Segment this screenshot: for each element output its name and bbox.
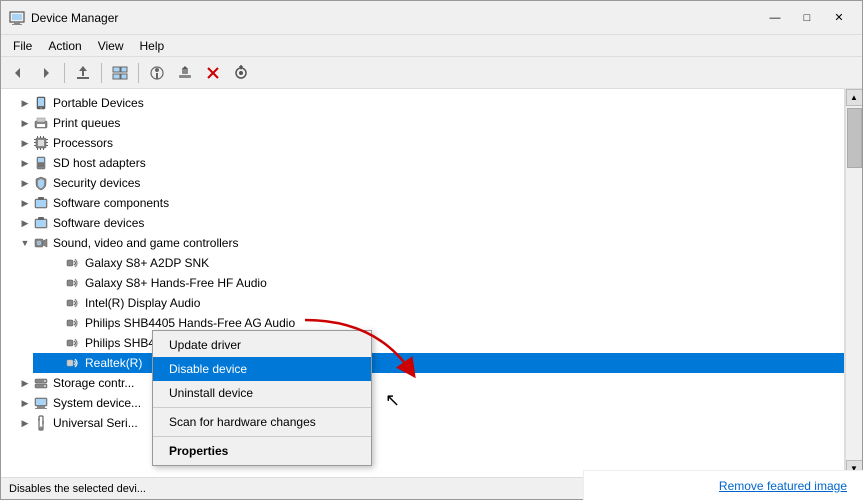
menu-file[interactable]: File [5, 37, 40, 55]
expander-software-dev[interactable]: ▶ [17, 215, 33, 231]
expander-sound[interactable]: ▼ [17, 235, 33, 251]
ctx-properties[interactable]: Properties [153, 439, 371, 463]
ctx-update-driver[interactable]: Update driver [153, 333, 371, 357]
ctx-scan-hardware[interactable]: Scan for hardware changes [153, 410, 371, 434]
back-button[interactable] [5, 60, 31, 86]
realtek-icon [65, 355, 81, 371]
menu-bar: File Action View Help [1, 35, 862, 57]
philips-hf-icon [65, 315, 81, 331]
menu-view[interactable]: View [90, 37, 132, 55]
expander-sd[interactable]: ▶ [17, 155, 33, 171]
expander-processors[interactable]: ▶ [17, 135, 33, 151]
philips-stereo-icon [65, 335, 81, 351]
ctx-uninstall-device[interactable]: Uninstall device [153, 381, 371, 405]
tree-item-software-components[interactable]: ▶ Software components [1, 193, 844, 213]
menu-action[interactable]: Action [40, 37, 89, 55]
sd-host-label: SD host adapters [53, 156, 146, 170]
expander-storage[interactable]: ▶ [17, 375, 33, 391]
device-tree[interactable]: ▶ Portable Devices ▶ [1, 89, 845, 477]
security-devices-label: Security devices [53, 176, 140, 190]
expander-print[interactable]: ▶ [17, 115, 33, 131]
uninstall-toolbar-button[interactable] [200, 60, 226, 86]
window-controls: — □ ✕ [760, 8, 854, 28]
intel-audio-label: Intel(R) Display Audio [85, 296, 200, 310]
security-devices-icon [33, 175, 49, 191]
system-icon [33, 395, 49, 411]
usb-label: Universal Seri... [53, 416, 138, 430]
tree-item-security-devices[interactable]: ▶ Security devices [1, 173, 844, 193]
software-components-label: Software components [53, 196, 169, 210]
processors-icon [33, 135, 49, 151]
tree-item-portable-devices[interactable]: ▶ Portable Devices [1, 93, 844, 113]
ctx-disable-device[interactable]: Disable device [153, 357, 371, 381]
print-queues-icon [33, 115, 49, 131]
software-devices-label: Software devices [53, 216, 144, 230]
scrollbar[interactable]: ▲ ▼ [845, 89, 862, 477]
tree-item-processors[interactable]: ▶ [1, 133, 844, 153]
tree-item-galaxy-a2dp[interactable]: ▶ Galaxy S8+ A2DP SNK [33, 253, 844, 273]
tree-item-usb[interactable]: ▶ Universal Seri... [1, 413, 844, 433]
galaxy-a2dp-icon [65, 255, 81, 271]
expander-security[interactable]: ▶ [17, 175, 33, 191]
scroll-up-button[interactable]: ▲ [846, 89, 863, 106]
tree-item-galaxy-hf[interactable]: ▶ Galaxy S8+ Hands-Free HF Audio [33, 273, 844, 293]
window-title: Device Manager [31, 11, 760, 25]
context-menu: Update driver Disable device Uninstall d… [152, 330, 372, 466]
sound-video-label: Sound, video and game controllers [53, 236, 238, 250]
scan-toolbar-button[interactable] [228, 60, 254, 86]
galaxy-hf-icon [65, 275, 81, 291]
philips-hf-label: Philips SHB4405 Hands-Free AG Audio [85, 316, 295, 330]
toolbar-sep-3 [138, 63, 139, 83]
properties-button[interactable] [144, 60, 170, 86]
expander-usb[interactable]: ▶ [17, 415, 33, 431]
menu-help[interactable]: Help [132, 37, 173, 55]
sound-video-icon [33, 235, 49, 251]
realtek-label: Realtek(R) [85, 356, 142, 370]
storage-icon [33, 375, 49, 391]
galaxy-a2dp-label: Galaxy S8+ A2DP SNK [85, 256, 209, 270]
usb-icon [33, 415, 49, 431]
featured-image-area: Remove featured image [583, 470, 863, 500]
portable-devices-icon [33, 95, 49, 111]
device-manager-window: Device Manager — □ ✕ File Action View He… [0, 0, 863, 500]
toolbar-sep-2 [101, 63, 102, 83]
software-components-icon [33, 195, 49, 211]
tree-item-sound-video[interactable]: ▼ Sound, video and game controllers [1, 233, 844, 253]
app-icon [9, 10, 25, 26]
tree-item-system[interactable]: ▶ System device... [1, 393, 844, 413]
expander-software-comp[interactable]: ▶ [17, 195, 33, 211]
sd-host-icon [33, 155, 49, 171]
expander-portable[interactable]: ▶ [17, 95, 33, 111]
tree-item-sd-host[interactable]: ▶ SD host adapters [1, 153, 844, 173]
print-queues-label: Print queues [53, 116, 120, 130]
close-button[interactable]: ✕ [824, 8, 854, 28]
remove-featured-image-link[interactable]: Remove featured image [719, 479, 847, 493]
portable-devices-label: Portable Devices [53, 96, 144, 110]
title-bar: Device Manager — □ ✕ [1, 1, 862, 35]
expander-system[interactable]: ▶ [17, 395, 33, 411]
forward-button[interactable] [33, 60, 59, 86]
content-area: ▶ Portable Devices ▶ [1, 89, 862, 477]
processors-label: Processors [53, 136, 113, 150]
scroll-thumb[interactable] [847, 108, 862, 168]
update-driver-toolbar-button[interactable] [172, 60, 198, 86]
toolbar [1, 57, 862, 89]
software-devices-icon [33, 215, 49, 231]
tree-item-storage[interactable]: ▶ Storage contr... [1, 373, 844, 393]
ctx-sep-1 [153, 407, 371, 408]
toolbar-sep-1 [64, 63, 65, 83]
storage-label: Storage contr... [53, 376, 134, 390]
status-text: Disables the selected devi... [9, 483, 146, 495]
tree-item-software-devices[interactable]: ▶ Software devices [1, 213, 844, 233]
tree-item-print-queues[interactable]: ▶ Print queues [1, 113, 844, 133]
maximize-button[interactable]: □ [792, 8, 822, 28]
show-hide-button[interactable] [107, 60, 133, 86]
ctx-sep-2 [153, 436, 371, 437]
tree-item-intel-audio[interactable]: ▶ Intel(R) Display Audio [33, 293, 844, 313]
minimize-button[interactable]: — [760, 8, 790, 28]
galaxy-hf-label: Galaxy S8+ Hands-Free HF Audio [85, 276, 267, 290]
up-button[interactable] [70, 60, 96, 86]
intel-audio-icon [65, 295, 81, 311]
system-label: System device... [53, 396, 141, 410]
